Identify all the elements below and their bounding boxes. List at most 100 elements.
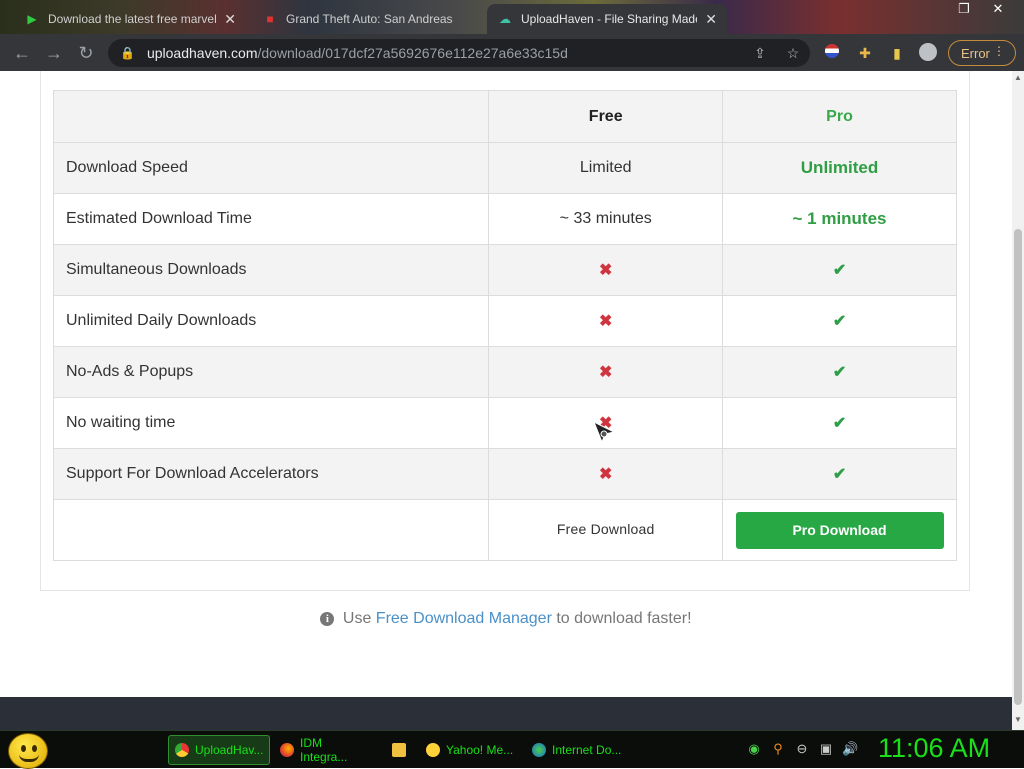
forward-icon[interactable]: → (42, 41, 66, 65)
more-menu-icon[interactable]: ⋮ (993, 44, 1005, 58)
feature-name: Simultaneous Downloads (52, 244, 490, 296)
check-icon: ✔ (832, 262, 847, 279)
error-button[interactable]: Error ⋮ (948, 40, 1016, 66)
feature-header-cell (52, 90, 490, 143)
share-icon[interactable]: ⇪ (750, 43, 770, 63)
start-smiley-icon[interactable] (8, 733, 48, 769)
table-row: No-Ads & Popups ✖ ✔ (52, 346, 957, 398)
scroll-thumb[interactable] (1014, 229, 1022, 705)
task-label: Internet Do... (552, 743, 622, 757)
side-panel-icon[interactable]: ▮ (887, 43, 907, 63)
download-manager-hint: i Use Free Download Manager to download … (0, 610, 1012, 628)
task-label: UploadHav... (195, 743, 264, 757)
yahoo-smiley-icon (426, 743, 440, 757)
close-icon[interactable]: ✕ (705, 11, 717, 28)
free-plan-header: Free (488, 90, 724, 143)
taskbar-item-firefox[interactable]: IDM Integra... (274, 735, 376, 765)
volume-tray-icon[interactable]: 🔊 (842, 741, 858, 757)
cross-icon: ✖ (598, 364, 613, 381)
folder-icon (392, 743, 406, 757)
tab-marvel[interactable]: ▶ Download the latest free marvel ✕ (14, 4, 246, 34)
lock-icon: 🔒 (120, 46, 135, 60)
taskbar-item-internet-download-manager[interactable]: Internet Do... (526, 735, 630, 765)
table-row: Support For Download Accelerators ✖ ✔ (52, 448, 957, 500)
feature-name: No-Ads & Popups (52, 346, 490, 398)
empty-cell (52, 499, 490, 561)
flag-extension-icon[interactable] (822, 43, 842, 63)
cross-icon: ✖ (598, 313, 613, 330)
task-label: IDM Integra... (300, 736, 348, 764)
cloud-icon: ☁ (499, 12, 511, 26)
page-viewport: Free Pro Download Speed Limited Unlimite… (0, 71, 1012, 697)
cross-icon: ✖ (598, 262, 613, 279)
taskbar-clock[interactable]: 11:06 AM (878, 733, 990, 764)
restore-window-icon[interactable]: ❐ (950, 0, 978, 18)
scroll-up-arrow-icon[interactable]: ▲ (1012, 73, 1024, 83)
table-row: Simultaneous Downloads ✖ ✔ (52, 244, 957, 296)
reload-icon[interactable]: ↻ (74, 41, 98, 65)
scroll-down-arrow-icon[interactable]: ▼ (1012, 715, 1024, 725)
close-icon[interactable]: ✕ (224, 11, 236, 28)
pro-plan-header: Pro (722, 90, 957, 143)
taskbar-item-folder[interactable] (386, 735, 412, 765)
table-row: Unlimited Daily Downloads ✖ ✔ (52, 295, 957, 347)
network-tray-icon[interactable]: ▣ (818, 741, 834, 757)
lock-icon: ■ (266, 12, 274, 26)
profile-avatar-icon[interactable] (918, 43, 938, 63)
cross-icon: ✖ (598, 466, 613, 483)
close-window-icon[interactable]: ✕ (984, 0, 1012, 18)
table-row: Download Speed Limited Unlimited (52, 142, 957, 194)
feature-name: Unlimited Daily Downloads (52, 295, 490, 347)
address-bar[interactable]: 🔒 uploadhaven.com/download/017dcf27a5692… (108, 39, 810, 67)
feature-name: No waiting time (52, 397, 490, 449)
idm-tray-icon[interactable]: ◉ (746, 741, 762, 757)
tab-uploadhaven[interactable]: ☁ UploadHaven - File Sharing Made ✕ (487, 4, 727, 34)
idm-icon (532, 743, 546, 757)
feature-name: Estimated Download Time (52, 193, 490, 245)
browser-toolbar: ← → ↻ 🔒 uploadhaven.com/download/017dcf2… (0, 34, 1024, 71)
tab-title: UploadHaven - File Sharing Made (521, 12, 698, 26)
info-icon: i (320, 612, 335, 626)
table-row: Estimated Download Time ~ 33 minutes ~ 1… (52, 193, 957, 245)
back-icon[interactable]: ← (10, 41, 34, 65)
url-path: /download/017dcf27a5692676e112e27a6e33c1… (257, 45, 568, 61)
error-label: Error (961, 45, 990, 61)
check-icon: ✔ (832, 466, 847, 483)
pro-value: Unlimited (722, 142, 957, 194)
task-label: Yahoo! Me... (446, 743, 514, 757)
tab-title: Grand Theft Auto: San Andreas (286, 12, 453, 26)
pro-download-button[interactable]: Pro Download (735, 511, 944, 549)
table-row: No waiting time ✖ ✔ (52, 397, 957, 449)
free-download-manager-link[interactable]: Free Download Manager (376, 610, 552, 627)
star-icon[interactable]: ☆ (783, 43, 803, 63)
tab-gta[interactable]: ■ Grand Theft Auto: San Andreas (252, 4, 484, 34)
check-icon: ✔ (832, 313, 847, 330)
mouse-cursor-icon (593, 420, 616, 444)
hint-prefix: Use (342, 610, 372, 627)
check-icon: ✔ (832, 364, 847, 381)
download-buttons-row: Free Download Pro Download (52, 499, 957, 561)
play-icon: ▶ (27, 12, 37, 26)
taskbar-item-yahoo[interactable]: Yahoo! Me... (420, 735, 520, 765)
feature-name: Download Speed (52, 142, 490, 194)
tab-title: Download the latest free marvel (48, 12, 217, 26)
free-value: ~ 33 minutes (488, 193, 724, 245)
free-download-button[interactable]: Free Download (557, 521, 655, 537)
taskbar: UploadHav... IDM Integra... Yahoo! Me...… (0, 730, 1024, 769)
extensions-icon[interactable]: ✚ (855, 43, 875, 63)
pro-value: ~ 1 minutes (722, 193, 957, 245)
check-icon: ✔ (832, 415, 847, 432)
minus-tray-icon[interactable]: ⊖ (794, 741, 810, 757)
taskbar-item-chrome[interactable]: UploadHav... (168, 735, 270, 765)
vertical-scrollbar[interactable]: ▲ ▼ (1012, 71, 1024, 730)
hint-suffix: to download faster! (556, 610, 692, 627)
page-footer (0, 697, 1012, 730)
search-tray-icon[interactable]: ⚲ (770, 741, 786, 757)
url-host: uploadhaven.com (146, 45, 258, 61)
feature-name: Support For Download Accelerators (52, 448, 490, 500)
plan-comparison-table: Free Pro Download Speed Limited Unlimite… (52, 90, 957, 561)
browser-tab-strip: ▶ Download the latest free marvel ✕ ■ Gr… (0, 0, 1024, 34)
firefox-icon (280, 743, 294, 757)
chrome-icon (175, 743, 189, 757)
free-value: Limited (488, 142, 724, 194)
